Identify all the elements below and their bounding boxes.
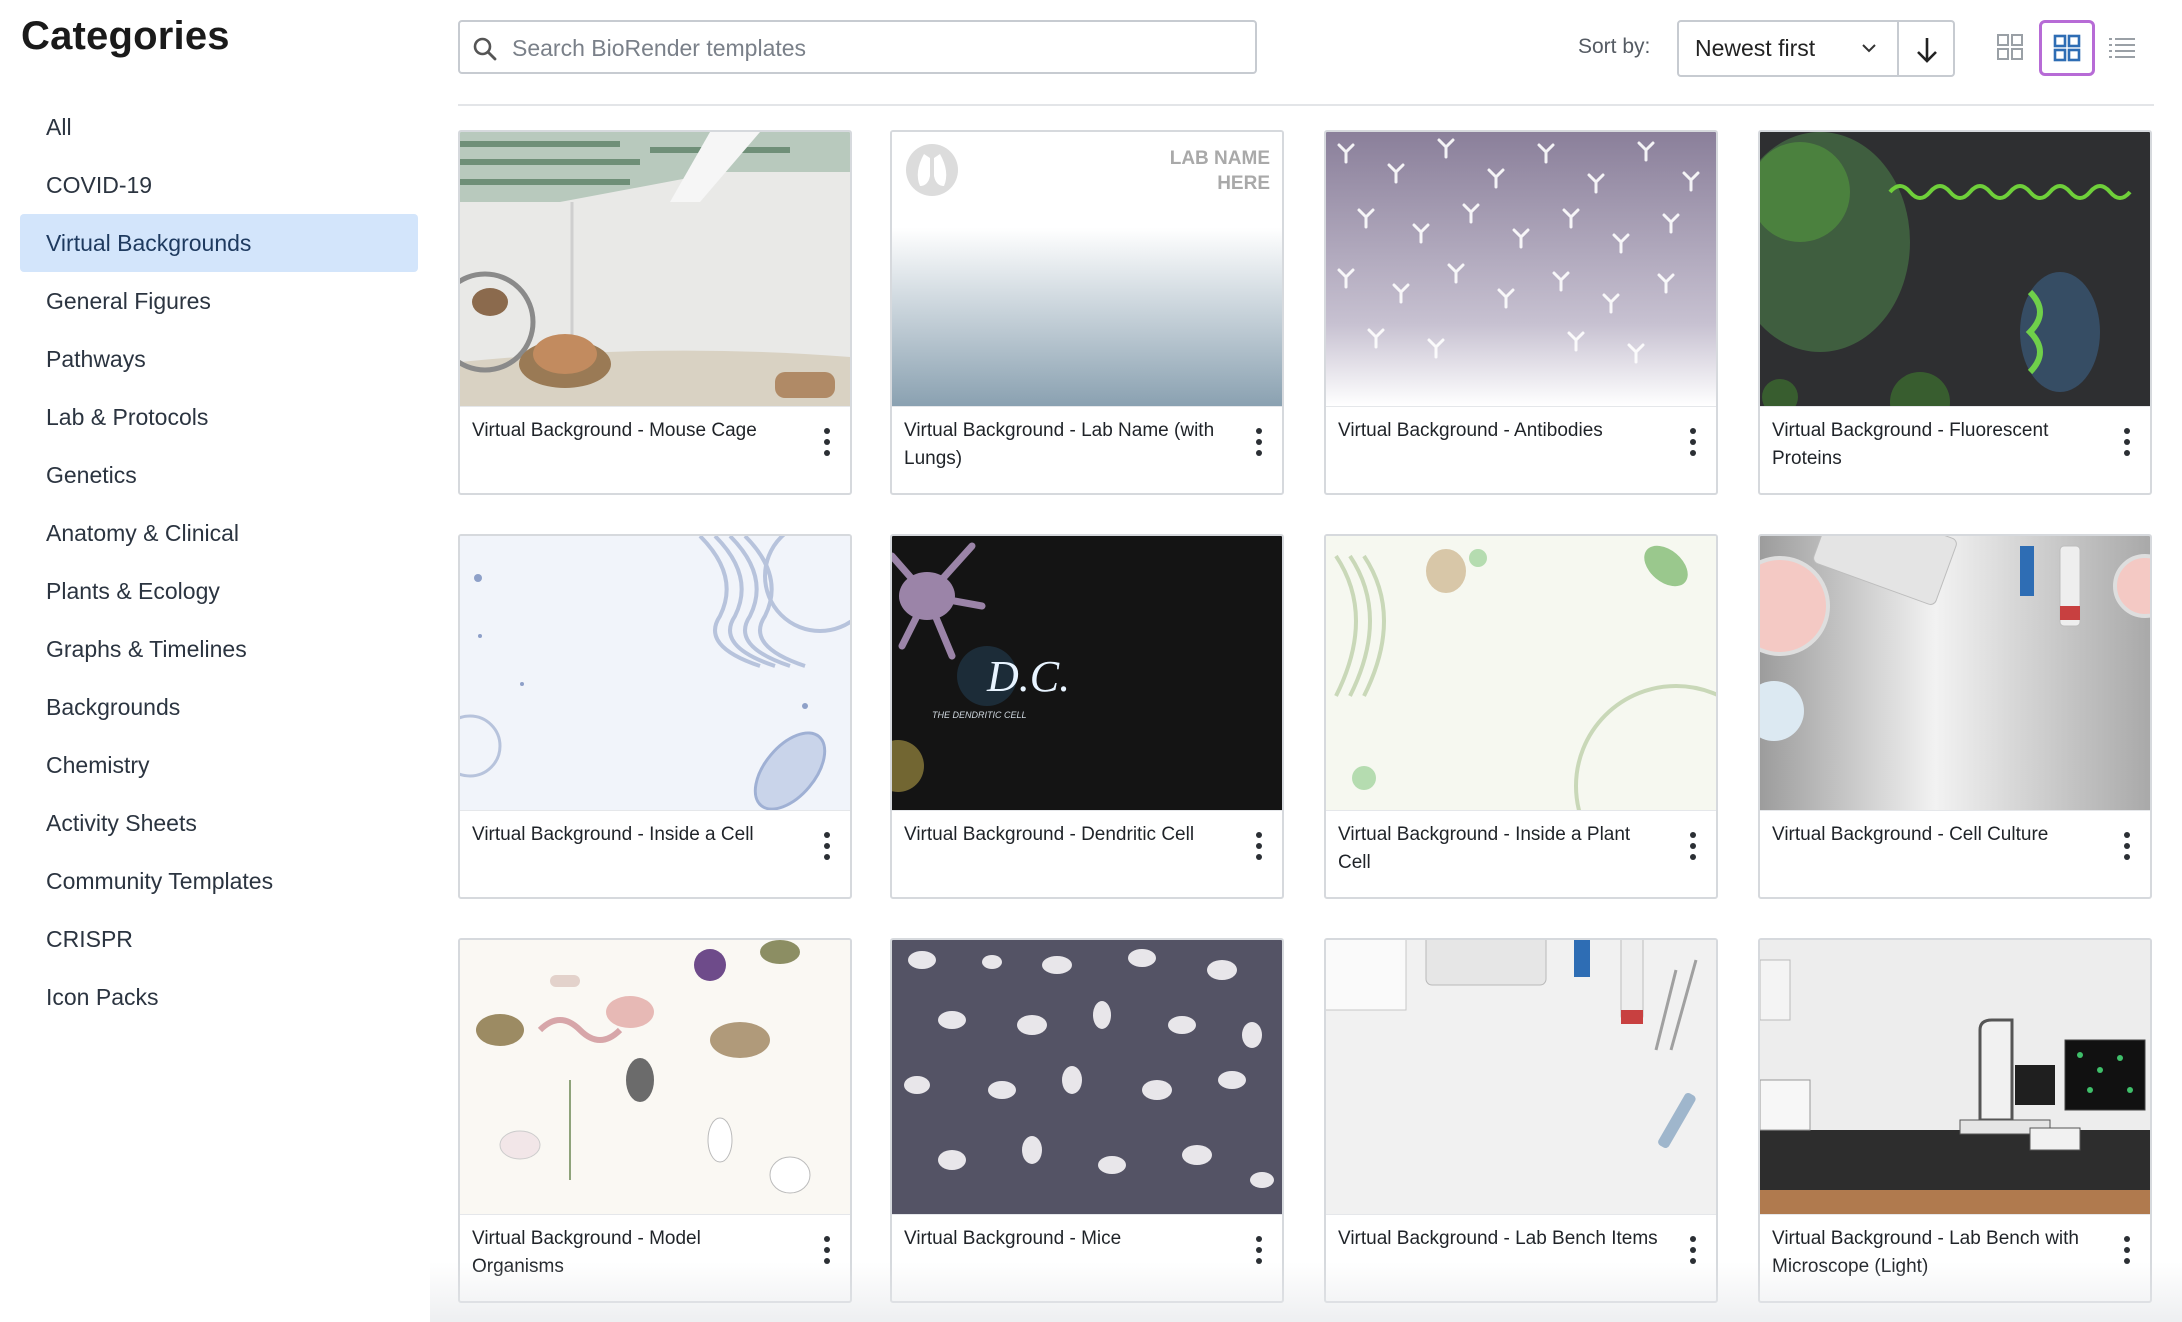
template-card[interactable]: D.C. THE DENDRITIC CELL Virtual Backgrou… — [890, 534, 1284, 899]
template-card[interactable]: LAB NAME HERE Virtual Background - Lab N… — [890, 130, 1284, 495]
small-grid-icon — [1997, 34, 2023, 60]
more-options-icon[interactable] — [812, 428, 842, 468]
category-backgrounds[interactable]: Backgrounds — [20, 678, 418, 736]
template-card[interactable]: Virtual Background - Mouse Cage — [458, 130, 852, 495]
template-card[interactable]: Virtual Background - Antibodies — [1324, 130, 1718, 495]
more-options-icon[interactable] — [812, 832, 842, 872]
template-title[interactable]: Virtual Background - Inside a Plant Cell — [1338, 821, 1658, 877]
category-virtual-backgrounds[interactable]: Virtual Backgrounds — [20, 214, 418, 272]
thumbnail-lab-name-line-1: LAB NAME — [1170, 148, 1270, 169]
template-title[interactable]: Virtual Background - Mouse Cage — [472, 417, 792, 445]
large-grid-icon — [2053, 34, 2081, 62]
category-genetics[interactable]: Genetics — [20, 446, 418, 504]
template-card[interactable]: Virtual Background - Fluorescent Protein… — [1758, 130, 2152, 495]
template-title[interactable]: Virtual Background - Inside a Cell — [472, 821, 792, 849]
list-icon — [2109, 38, 2135, 58]
more-options-icon[interactable] — [1678, 428, 1708, 468]
category-anatomy-clinical[interactable]: Anatomy & Clinical — [20, 504, 418, 562]
category-lab-protocols[interactable]: Lab & Protocols — [20, 388, 418, 446]
category-activity-sheets[interactable]: Activity Sheets — [20, 794, 418, 852]
search-icon — [473, 37, 497, 61]
template-card[interactable]: Virtual Background - Model Organisms — [458, 938, 852, 1303]
template-title[interactable]: Virtual Background - Antibodies — [1338, 417, 1658, 445]
more-options-icon[interactable] — [1244, 428, 1274, 468]
sort-select[interactable]: Newest first — [1677, 20, 1899, 77]
category-crispr[interactable]: CRISPR — [20, 910, 418, 968]
sort-select-value: Newest first — [1695, 35, 1816, 61]
category-general-figures[interactable]: General Figures — [20, 272, 418, 330]
category-community-templates[interactable]: Community Templates — [20, 852, 418, 910]
template-title[interactable]: Virtual Background - Dendritic Cell — [904, 821, 1224, 849]
sort-label: Sort by: — [1578, 35, 1651, 58]
template-thumbnail-fluorescent[interactable] — [1760, 132, 2150, 407]
template-thumbnail-mice[interactable] — [892, 940, 1282, 1215]
view-small-grid-button[interactable] — [1983, 20, 2039, 76]
category-chemistry[interactable]: Chemistry — [20, 736, 418, 794]
search-input[interactable] — [510, 30, 1244, 66]
template-thumbnail-mouse-cage[interactable] — [460, 132, 850, 407]
template-thumbnail-lab-bench[interactable] — [1326, 940, 1716, 1215]
more-options-icon[interactable] — [2112, 428, 2142, 468]
template-title[interactable]: Virtual Background - Mice — [904, 1225, 1224, 1253]
template-title[interactable]: Virtual Background - Model Organisms — [472, 1225, 792, 1281]
chevron-down-icon — [1862, 44, 1876, 53]
template-card[interactable]: Virtual Background - Lab Bench with Micr… — [1758, 938, 2152, 1303]
template-title[interactable]: Virtual Background - Lab Name (with Lung… — [904, 417, 1224, 473]
more-options-icon[interactable] — [2112, 832, 2142, 872]
toolbar-divider — [458, 104, 2154, 106]
template-thumbnail-cell-culture[interactable] — [1760, 536, 2150, 811]
search-box[interactable] — [458, 20, 1257, 74]
template-thumbnail-inside-cell[interactable] — [460, 536, 850, 811]
category-list: All COVID-19 Virtual Backgrounds General… — [20, 98, 418, 1026]
more-options-icon[interactable] — [812, 1236, 842, 1276]
template-thumbnail-antibodies[interactable] — [1326, 132, 1716, 407]
template-thumbnail-lab-name[interactable]: LAB NAME HERE — [892, 132, 1282, 407]
thumbnail-dc-subtitle: THE DENDRITIC CELL — [932, 710, 1027, 720]
sidebar-title: Categories — [21, 14, 230, 58]
arrow-down-icon — [1917, 38, 1937, 63]
categories-sidebar: Categories All COVID-19 Virtual Backgrou… — [0, 0, 430, 1322]
more-options-icon[interactable] — [1244, 832, 1274, 872]
more-options-icon[interactable] — [1678, 832, 1708, 872]
template-card[interactable]: Virtual Background - Inside a Plant Cell — [1324, 534, 1718, 899]
template-card[interactable]: Virtual Background - Cell Culture — [1758, 534, 2152, 899]
thumbnail-dc-title: D.C. — [986, 652, 1070, 701]
more-options-icon[interactable] — [2112, 1236, 2142, 1276]
category-icon-packs[interactable]: Icon Packs — [20, 968, 418, 1026]
thumbnail-lab-name-line-2: HERE — [1217, 173, 1270, 194]
template-card[interactable]: Virtual Background - Inside a Cell — [458, 534, 852, 899]
category-pathways[interactable]: Pathways — [20, 330, 418, 388]
view-large-grid-button[interactable] — [2039, 20, 2095, 76]
template-thumbnail-dendritic[interactable]: D.C. THE DENDRITIC CELL — [892, 536, 1282, 811]
sort-direction-button[interactable] — [1897, 20, 1955, 77]
template-title[interactable]: Virtual Background - Fluorescent Protein… — [1772, 417, 2092, 473]
more-options-icon[interactable] — [1244, 1236, 1274, 1276]
template-card[interactable]: Virtual Background - Mice — [890, 938, 1284, 1303]
category-all[interactable]: All — [20, 98, 418, 156]
template-title[interactable]: Virtual Background - Cell Culture — [1772, 821, 2092, 849]
category-plants-ecology[interactable]: Plants & Ecology — [20, 562, 418, 620]
template-thumbnail-microscope[interactable] — [1760, 940, 2150, 1215]
more-options-icon[interactable] — [1678, 1236, 1708, 1276]
template-title[interactable]: Virtual Background - Lab Bench with Micr… — [1772, 1225, 2092, 1281]
template-title[interactable]: Virtual Background - Lab Bench Items — [1338, 1225, 1658, 1253]
category-graphs-timelines[interactable]: Graphs & Timelines — [20, 620, 418, 678]
template-thumbnail-plant-cell[interactable] — [1326, 536, 1716, 811]
template-thumbnail-model-organisms[interactable] — [460, 940, 850, 1215]
view-list-button[interactable] — [2095, 20, 2151, 76]
category-covid-19[interactable]: COVID-19 — [20, 156, 418, 214]
template-card[interactable]: Virtual Background - Lab Bench Items — [1324, 938, 1718, 1303]
